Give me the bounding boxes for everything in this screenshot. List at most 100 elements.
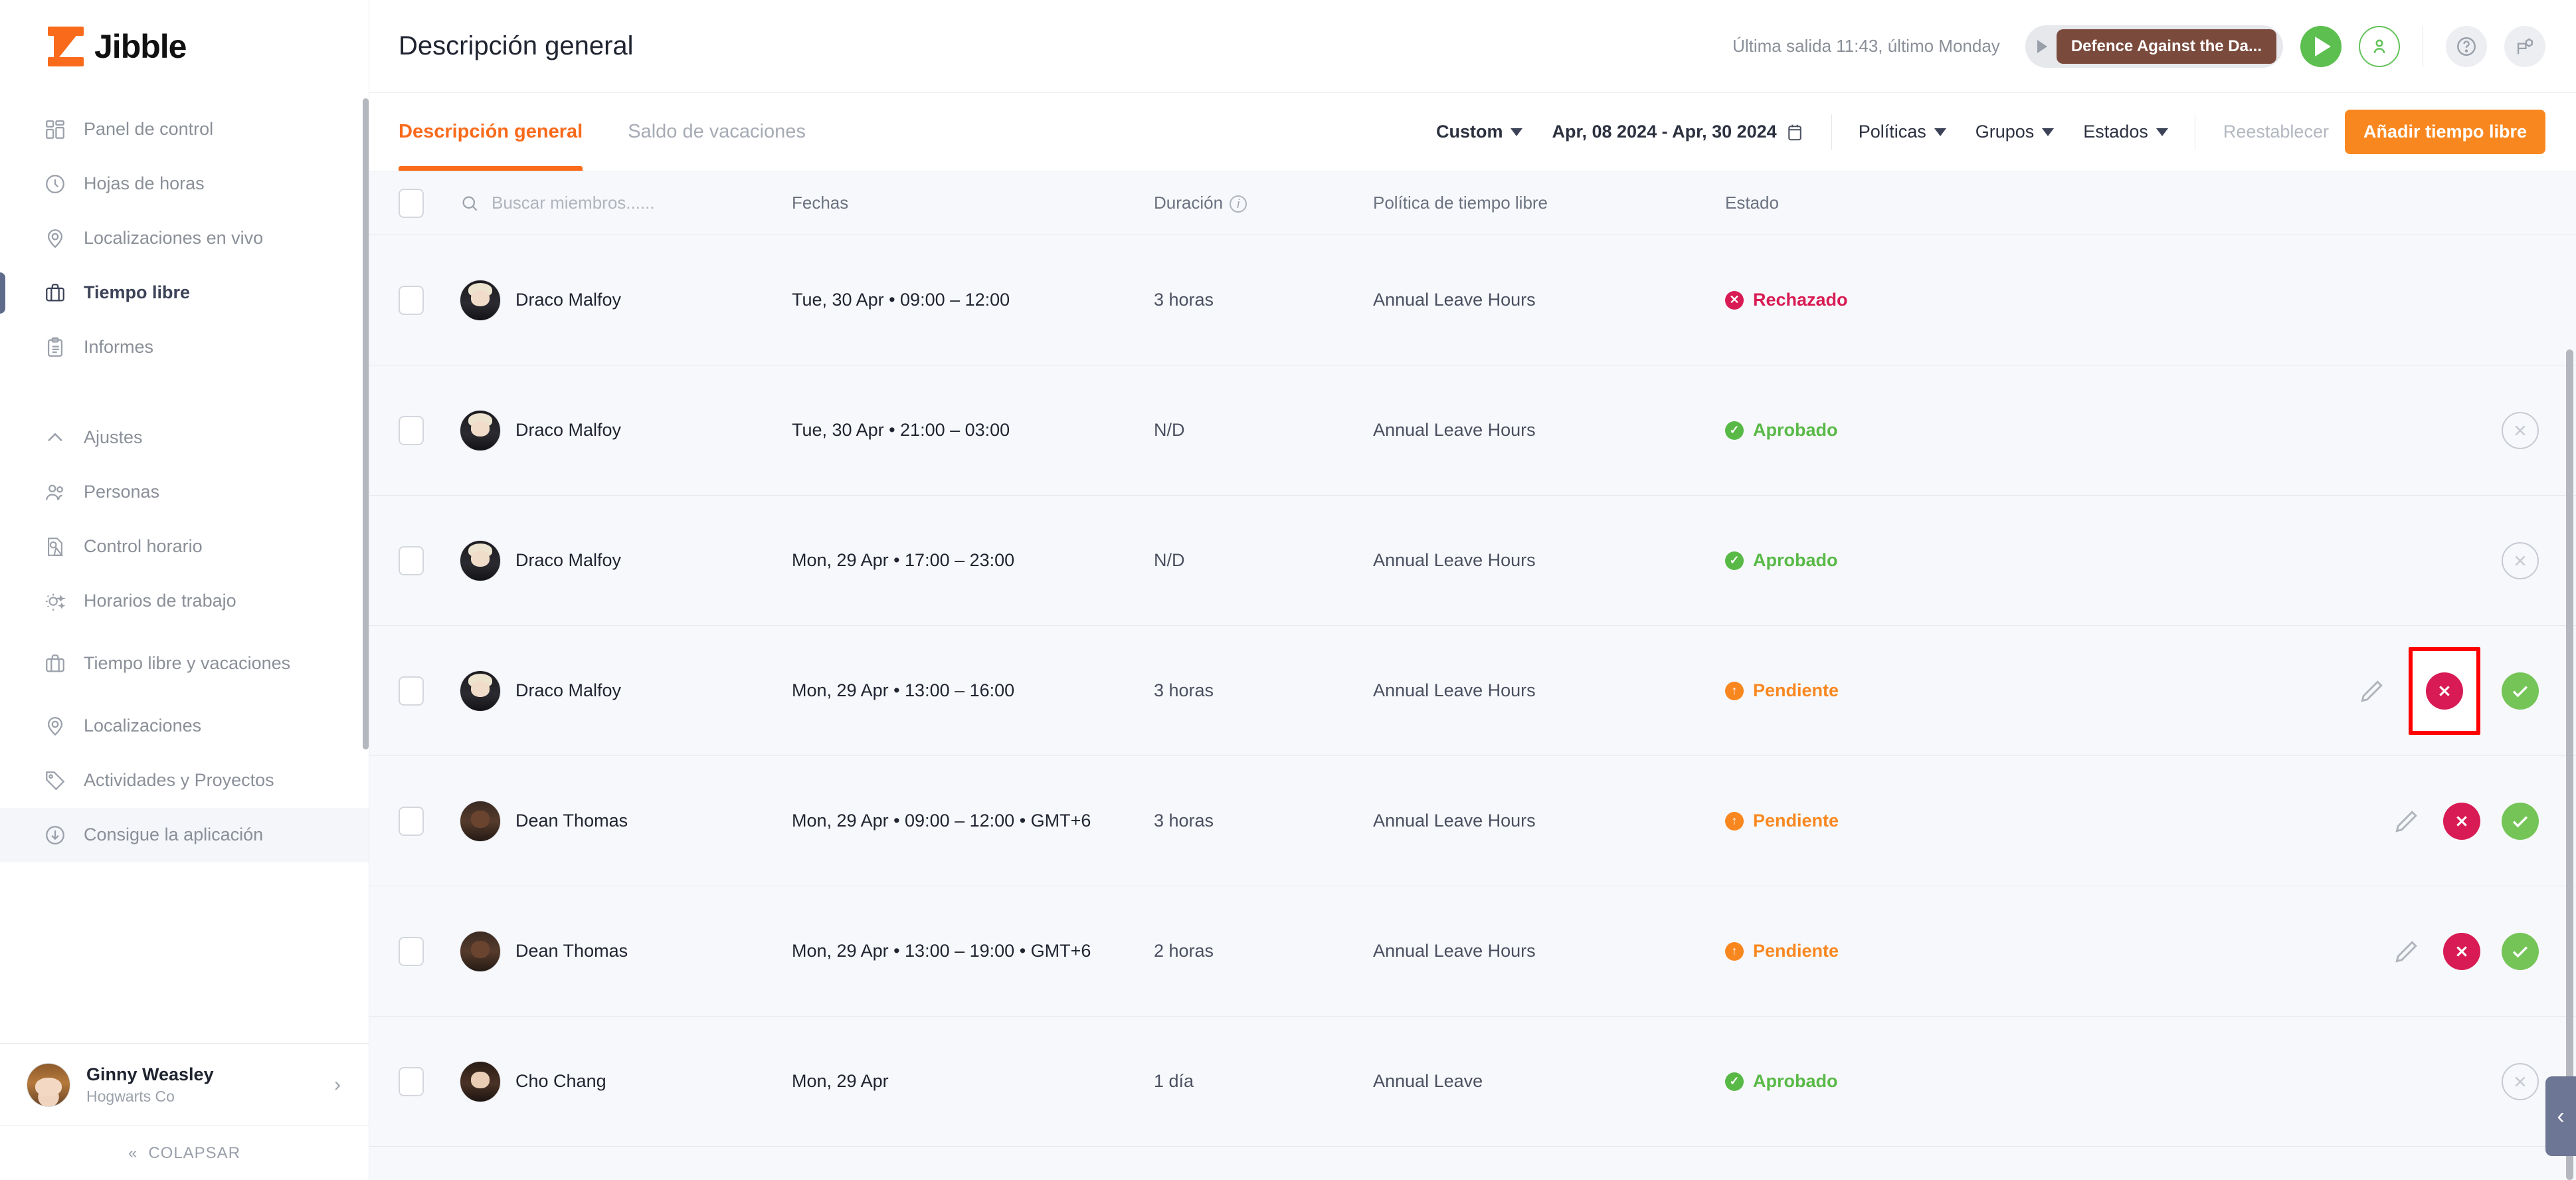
cancel-request-button[interactable] (2502, 411, 2539, 449)
sidebar-item-consigue-la-aplicacion[interactable]: Consigue la aplicación (0, 808, 369, 862)
row-checkbox[interactable] (399, 676, 424, 706)
reject-button-highlight (2409, 646, 2480, 735)
reject-button[interactable] (2426, 672, 2463, 710)
tab-descripcion-general[interactable]: Descripción general (399, 93, 605, 171)
cancel-request-button[interactable] (2502, 1062, 2539, 1100)
reject-button[interactable] (2443, 802, 2480, 840)
people-icon (46, 484, 63, 500)
toolbar-divider (1831, 114, 1832, 150)
activity-selector[interactable]: Defence Against the Da... (2025, 25, 2283, 68)
info-icon[interactable]: i (1230, 195, 1247, 213)
sidebar-item-label: Localizaciones (84, 716, 202, 736)
sidebar-item-tiempo-libre[interactable]: Tiempo libre (0, 266, 369, 320)
sidebar-item-localizaciones[interactable]: Localizaciones (0, 699, 369, 753)
chevron-right-icon: › (334, 1073, 341, 1096)
date-range-selector[interactable]: Apr, 08 2024 - Apr, 30 2024 (1537, 122, 1819, 142)
sidebar-item-ajustes[interactable]: Ajustes (0, 411, 369, 465)
sidebar-item-panel-de-control[interactable]: Panel de control (0, 102, 369, 157)
close-icon (2439, 685, 2450, 696)
cell-status: ↑ Pendiente (1725, 680, 2061, 701)
cancel-request-button[interactable] (2502, 541, 2539, 579)
filter-label: Estados (2083, 122, 2148, 142)
edit-button[interactable] (2391, 806, 2422, 836)
approve-button[interactable] (2502, 932, 2539, 970)
chevron-double-left-icon: « (128, 1143, 138, 1162)
search-input[interactable] (492, 193, 744, 213)
sidebar-item-control-horario[interactable]: Control horario (0, 520, 369, 574)
table-row: Draco Malfoy Mon, 29 Apr • 17:00 – 23:00… (369, 496, 2576, 626)
sidebar: Jibble Panel de control Hojas de horas L… (0, 0, 369, 1180)
reject-circle-icon: ✕ (1725, 290, 1744, 310)
status-label: Aprobado (1753, 1071, 1838, 1091)
member-name: Draco Malfoy (515, 420, 622, 440)
cell-dates: Tue, 30 Apr • 21:00 – 03:00 (792, 420, 1010, 440)
tab-saldo-de-vacaciones[interactable]: Saldo de vacaciones (605, 93, 828, 171)
row-checkbox[interactable] (399, 936, 424, 966)
collapse-sidebar-button[interactable]: « COLAPSAR (0, 1126, 369, 1180)
filter-grupos[interactable]: Grupos (1961, 122, 2069, 142)
cell-status: ✕ Rechazado (1725, 290, 2061, 310)
play-small-icon (2037, 39, 2047, 53)
cell-dates: Mon, 29 Apr • 17:00 – 23:00 (792, 550, 1015, 570)
jibble-hourglass-icon (48, 27, 84, 66)
sidebar-item-informes[interactable]: Informes (0, 320, 369, 375)
sidebar-item-tiempo-libre-y-vacaciones[interactable]: Tiempo libre y vacaciones (0, 629, 369, 699)
period-selector[interactable]: Custom (1422, 122, 1538, 142)
row-checkbox[interactable] (399, 415, 424, 445)
collapse-label: COLAPSAR (148, 1143, 241, 1162)
cell-policy: Annual Leave Hours (1373, 290, 1536, 310)
row-checkbox[interactable] (399, 1066, 424, 1096)
member-name: Draco Malfoy (515, 680, 622, 700)
sidebar-scrollbar[interactable] (363, 98, 369, 749)
sidebar-item-actividades-y-proyectos[interactable]: Actividades y Proyectos (0, 753, 369, 808)
edit-button[interactable] (2357, 676, 2387, 706)
sidebar-item-label: Horarios de trabajo (84, 591, 236, 611)
sidebar-item-horarios-de-trabajo[interactable]: Horarios de trabajo (0, 574, 369, 629)
reject-button[interactable] (2443, 932, 2480, 970)
member-name: Cho Chang (515, 1071, 606, 1091)
right-panel-toggle[interactable]: ‹ (2545, 1076, 2576, 1156)
close-icon (2456, 815, 2467, 827)
approve-button[interactable] (2502, 802, 2539, 840)
sidebar-item-hojas-de-horas[interactable]: Hojas de horas (0, 157, 369, 211)
cell-duration: 2 horas (1154, 941, 1214, 961)
sidebar-item-label: Informes (84, 337, 154, 357)
pending-arrow-icon: ↑ (1725, 681, 1744, 700)
brand-logo[interactable]: Jibble (0, 0, 369, 93)
select-all-checkbox[interactable] (399, 188, 424, 218)
tab-bar: Descripción general Saldo de vacaciones (399, 93, 828, 171)
chevron-up-icon (48, 433, 62, 442)
sidebar-item-localizaciones-en-vivo[interactable]: Localizaciones en vivo (0, 211, 369, 266)
help-button[interactable] (2446, 25, 2487, 67)
app-window: Jibble Panel de control Hojas de horas L… (0, 0, 2576, 1180)
settings-flag-icon (2517, 38, 2533, 54)
start-timer-button[interactable] (2300, 25, 2342, 67)
sidebar-item-personas[interactable]: Personas (0, 465, 369, 520)
edit-button[interactable] (2391, 936, 2422, 967)
filter-estados[interactable]: Estados (2069, 122, 2183, 142)
check-icon (2512, 685, 2528, 697)
filter-label: Políticas (1858, 122, 1926, 142)
status-badge: ↑ Pendiente (1725, 941, 1839, 961)
clock-icon (46, 175, 64, 193)
table-scrollbar[interactable] (2566, 349, 2573, 1180)
settings-button[interactable] (2504, 25, 2545, 67)
row-checkbox[interactable] (399, 285, 424, 315)
last-clock-out-status: Última salida 11:43, último Monday (1732, 36, 2000, 56)
approve-button[interactable] (2502, 672, 2539, 710)
person-check-button[interactable] (2359, 25, 2400, 67)
status-badge: ✕ Rechazado (1725, 290, 1848, 310)
avatar (27, 1062, 70, 1107)
reset-filters-button[interactable]: Reestablecer (2207, 122, 2345, 142)
chevron-down-icon (2042, 128, 2055, 136)
filter-politicas[interactable]: Políticas (1844, 122, 1961, 142)
cell-dates: Mon, 29 Apr • 13:00 – 16:00 (792, 680, 1015, 700)
brand-name: Jibble (94, 28, 187, 65)
user-profile[interactable]: Ginny Weasley Hogwarts Co › (0, 1043, 369, 1126)
filter-toolbar: Descripción general Saldo de vacaciones … (369, 93, 2576, 171)
add-time-off-button[interactable]: Añadir tiempo libre (2344, 110, 2545, 154)
sidebar-item-label: Ajustes (84, 427, 143, 448)
cell-policy: Annual Leave Hours (1373, 811, 1536, 831)
row-checkbox[interactable] (399, 806, 424, 836)
row-checkbox[interactable] (399, 545, 424, 575)
